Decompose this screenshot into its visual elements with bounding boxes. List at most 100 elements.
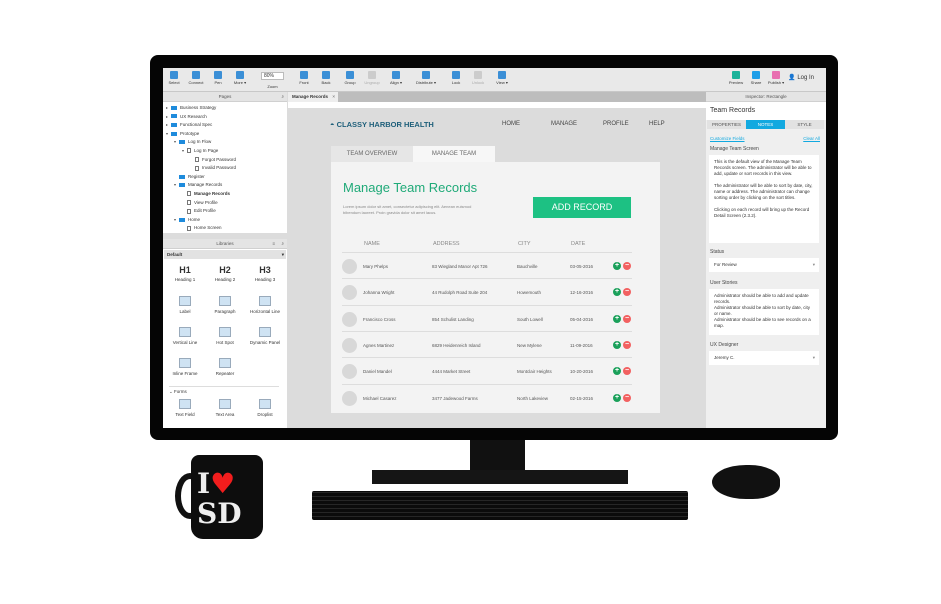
tree-item-invalid-password[interactable]: Invalid Password	[190, 164, 236, 172]
remove-row-button[interactable]: −	[623, 340, 631, 349]
search-icon[interactable]: ⌕	[281, 92, 284, 102]
droplist-icon	[259, 399, 271, 409]
close-icon[interactable]: ×	[332, 92, 335, 102]
folder-icon	[179, 140, 185, 145]
zoom-select[interactable]: 80%	[261, 72, 284, 80]
table-row[interactable]: Mary Phelps 83 Wiegland Manor Apt 726 Bauc…	[342, 252, 632, 278]
table-row[interactable]: Johanna Wright 44 Rudolph Road Suite 204 H…	[342, 278, 632, 304]
library-item-label: Text Field	[175, 412, 195, 417]
library-item-vertical-line[interactable]: Vertical Line	[165, 325, 205, 345]
toolbar-group-button[interactable]: Group	[339, 71, 361, 85]
label-icon	[179, 296, 191, 306]
library-item-droplist[interactable]: Droplist	[245, 397, 285, 417]
add-row-button[interactable]: +	[613, 314, 621, 323]
customize-fields-link[interactable]: Customize Fields	[710, 136, 745, 141]
toolbar-label: Distribute ▾	[415, 80, 436, 85]
add-row-button[interactable]: +	[613, 288, 621, 297]
toolbar-unlock-button[interactable]: Unlock	[467, 71, 489, 85]
tree-item-functional-spec[interactable]: ▸ Functional Spec	[166, 121, 212, 129]
tree-item-view-profile[interactable]: View Profile	[182, 199, 218, 207]
forms-section-header[interactable]: ⌄ Forms	[169, 386, 279, 395]
toolbar-ungroup-button[interactable]: Ungroup	[361, 71, 383, 85]
tree-item-log-in-page[interactable]: ▾ Log In Page	[182, 147, 218, 155]
toolbar-front-button[interactable]: Front	[293, 71, 315, 85]
library-item-paragraph[interactable]: Paragraph	[205, 294, 245, 314]
nav-home[interactable]: HOME	[502, 121, 520, 127]
toolbar-view-button[interactable]: View ▾	[491, 71, 513, 85]
tab-style[interactable]: STYLE	[785, 120, 824, 129]
remove-row-button[interactable]: −	[623, 367, 631, 376]
tree-item-edit-profile[interactable]: Edit Profile	[182, 207, 216, 215]
table-row[interactable]: Daniel Mandel 4444 Market Street Montclair…	[342, 357, 632, 383]
toolbar-distribute-button[interactable]: Distribute ▾	[415, 71, 437, 85]
tab-properties[interactable]: PROPERTIES	[707, 120, 746, 129]
nav-help[interactable]: HELP	[649, 121, 665, 127]
clear-all-link[interactable]: Clear All	[803, 136, 820, 141]
table-row[interactable]: Francisco Cross 854 Schulist Landing South…	[342, 304, 632, 331]
column-header-city[interactable]: CITY	[518, 241, 531, 247]
library-item-label[interactable]: Label	[165, 294, 205, 314]
user-stories-label: User Stories	[710, 280, 738, 286]
search-icon[interactable]: ⌕	[281, 239, 284, 249]
remove-row-button[interactable]: −	[623, 393, 631, 402]
tree-item-prototype[interactable]: ▾ Prototype	[166, 130, 199, 138]
tree-item-business-strategy[interactable]: ▸ Business Strategy	[166, 104, 216, 112]
toolbar-connect-button[interactable]: Connect	[185, 71, 207, 85]
tree-item-log-in-flow[interactable]: ▾ Log In Flow	[174, 138, 211, 146]
library-item-heading-2[interactable]: H2 Heading 2	[205, 263, 245, 282]
tree-item-manage-records[interactable]: Manage Records	[182, 190, 230, 198]
library-item-heading-1[interactable]: H1 Heading 1	[165, 263, 205, 282]
remove-row-button[interactable]: −	[623, 314, 631, 323]
library-item-inline-frame[interactable]: Inline Frame	[165, 356, 205, 376]
library-item-dynamic-panel[interactable]: Dynamic Panel	[245, 325, 285, 345]
user-stories-textarea[interactable]: Administrator should be able to add and …	[709, 289, 819, 335]
inspector-title: Team Records	[706, 102, 826, 120]
library-item-horizontal-line[interactable]: Horizontal Line	[245, 294, 285, 314]
tree-item-register[interactable]: Register	[174, 173, 205, 181]
toolbar-publish-button[interactable]: Publish ▾	[765, 71, 787, 85]
toolbar-pen-button[interactable]: Pen	[207, 71, 229, 85]
tree-item-home-screen[interactable]: Home Screen	[182, 224, 222, 232]
status-select[interactable]: For Review	[709, 258, 819, 272]
tree-item-ux-research[interactable]: ▸ UX Research	[166, 113, 207, 121]
toolbar-share-button[interactable]: Share	[745, 71, 767, 85]
column-header-address[interactable]: ADDRESS	[433, 241, 460, 247]
toolbar-lock-button[interactable]: Lock	[445, 71, 467, 85]
tab-notes[interactable]: NOTES	[746, 120, 785, 129]
toolbar-more-button[interactable]: More ▾	[229, 71, 251, 85]
tree-item-manage-records[interactable]: ▾ Manage Records	[174, 181, 222, 189]
tab-manage-team[interactable]: MANAGE TEAM	[413, 146, 495, 162]
library-item-text-area[interactable]: Text Area	[205, 397, 245, 417]
library-item-repeater[interactable]: Repeater	[205, 356, 245, 376]
notes-textarea[interactable]: This is the default view of the Manage T…	[709, 155, 819, 243]
add-row-button[interactable]: +	[613, 262, 621, 270]
toolbar-back-button[interactable]: Back	[315, 71, 337, 85]
remove-row-button[interactable]: −	[623, 262, 631, 270]
remove-row-button[interactable]: −	[623, 288, 631, 297]
menu-icon[interactable]: ≡	[272, 239, 275, 249]
column-header-date[interactable]: DATE	[571, 241, 585, 247]
nav-manage[interactable]: MANAGE	[551, 121, 577, 127]
library-item-hot-spot[interactable]: Hot Spot	[205, 325, 245, 345]
add-row-button[interactable]: +	[613, 393, 621, 402]
library-select[interactable]: Default ▾	[164, 250, 286, 259]
library-item-heading-3[interactable]: H3 Heading 3	[245, 263, 285, 282]
nav-profile[interactable]: PROFILE	[603, 121, 629, 127]
add-row-button[interactable]: +	[613, 367, 621, 376]
table-row[interactable]: Michael Casarez 3477 Jadewood Farms North …	[342, 383, 632, 410]
add-row-button[interactable]: +	[613, 340, 621, 349]
toolbar-align-button[interactable]: Align ▾	[385, 71, 407, 85]
tree-item-home[interactable]: ▾ Home	[174, 216, 200, 224]
tab-manage-records[interactable]: Manage Records ×	[288, 92, 338, 102]
toolbar-preview-button[interactable]: Preview	[725, 71, 747, 85]
ux-designer-select[interactable]: Jeremy C.	[709, 351, 819, 365]
add-record-button[interactable]: ADD RECORD	[533, 197, 631, 218]
table-row[interactable]: Agnes Martinez 6829 Heidenreich Island New…	[342, 330, 632, 357]
toolbar-select-button[interactable]: Select	[163, 71, 185, 85]
tree-item-forgot-password[interactable]: Forgot Password	[190, 156, 236, 164]
library-item-text-field[interactable]: Text Field	[165, 397, 205, 417]
hot-spot-icon	[219, 327, 231, 337]
column-header-name[interactable]: NAME	[364, 241, 380, 247]
login-button[interactable]: 👤 Log In	[788, 74, 814, 81]
tab-team-overview[interactable]: TEAM OVERVIEW	[331, 146, 413, 162]
